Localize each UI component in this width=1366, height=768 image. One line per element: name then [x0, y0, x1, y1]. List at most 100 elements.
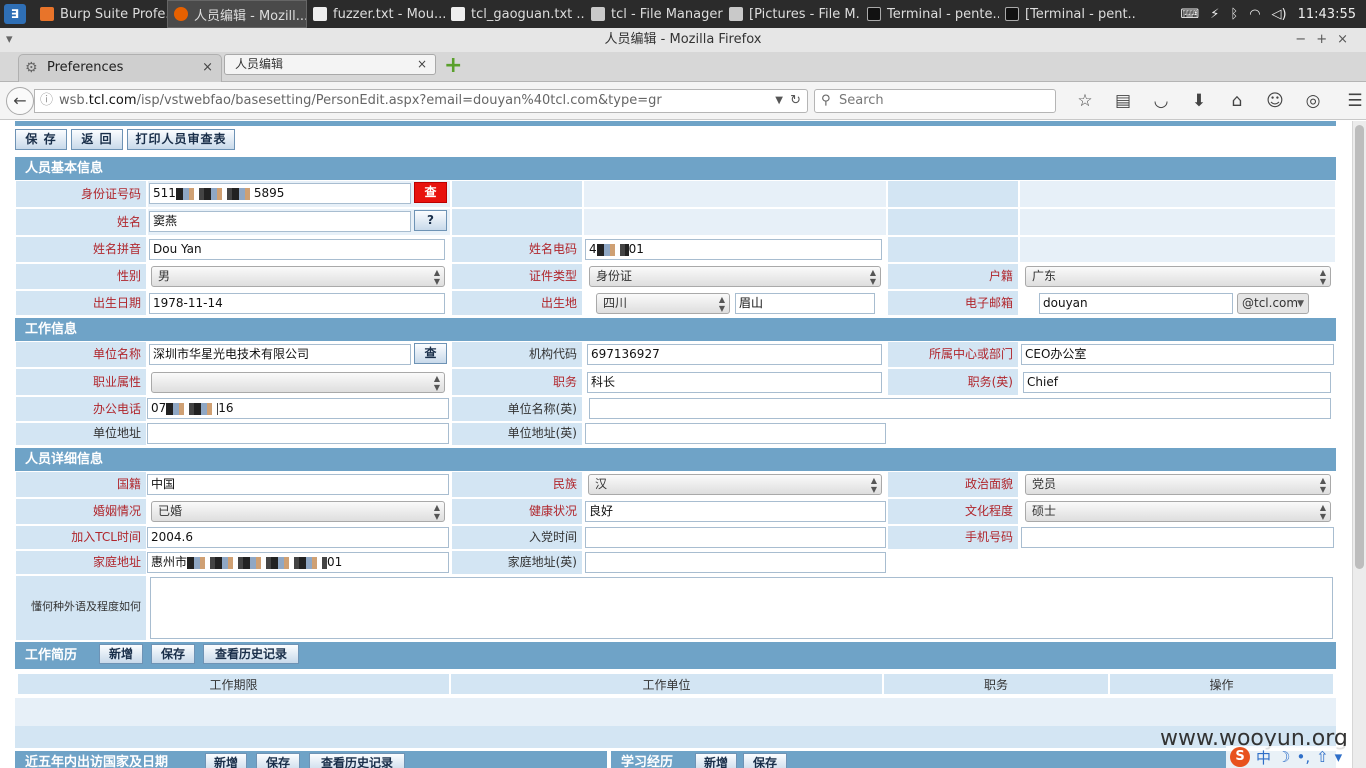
join-tcl-input[interactable]: 2004.6 [147, 527, 449, 548]
email-input[interactable]: douyan [1039, 293, 1233, 314]
join-tcl-label: 加入TCL时间 [71, 530, 141, 544]
moon-icon[interactable]: ☽ [1277, 748, 1290, 766]
home-address-input[interactable]: 惠州市 01 [147, 552, 449, 573]
company-lookup-button[interactable]: 查 [414, 343, 447, 364]
download-icon[interactable]: ⬇ [1180, 91, 1218, 111]
save-button[interactable]: 保 存 [15, 129, 67, 150]
addon-icon[interactable]: ◎ [1294, 91, 1332, 111]
dept-input[interactable]: CEO办公室 [1021, 344, 1334, 365]
name-code-input[interactable]: 4 01 [585, 239, 882, 260]
pocket-icon[interactable]: ◡ [1142, 91, 1180, 111]
wifi-icon[interactable]: ◠ [1249, 7, 1260, 22]
task-fuzzer[interactable]: fuzzer.txt - Mou... [307, 0, 445, 28]
up-arrow-icon[interactable]: ⇧ [1316, 748, 1329, 766]
select-arrows-icon: ▲ ▼ [433, 374, 440, 392]
sogou-ime-icon[interactable]: S [1230, 747, 1250, 767]
reading-list-icon[interactable]: ▤ [1104, 91, 1142, 111]
back-button[interactable]: ← [6, 87, 34, 115]
window-menu-icon[interactable]: ▾ [6, 28, 13, 52]
office-phone-input[interactable]: 07 16 [147, 398, 449, 419]
marital-select[interactable]: 已婚 ▲ ▼ [151, 501, 445, 522]
clock[interactable]: 11:43:55 [1298, 7, 1356, 22]
company-address-input[interactable] [147, 423, 449, 444]
reload-icon[interactable]: ↻ [790, 90, 801, 112]
ime-language[interactable]: 中 [1256, 747, 1271, 768]
name-help-button[interactable]: ? [414, 210, 447, 231]
org-code-input[interactable]: 697136927 [587, 344, 882, 365]
resume-history-button[interactable]: 查看历史记录 [203, 644, 299, 664]
resume-add-button[interactable]: 新增 [99, 644, 143, 664]
job-attribute-select[interactable]: ▲ ▼ [151, 372, 445, 393]
page-scrollbar[interactable] [1352, 121, 1366, 768]
home-icon[interactable]: ⌂ [1218, 91, 1256, 111]
birth-province-select[interactable]: 四川 ▲ ▼ [596, 293, 730, 314]
search-input[interactable]: ⚲ Search [814, 89, 1056, 113]
gender-select[interactable]: 男 ▲ ▼ [151, 266, 445, 287]
company-address-en-input[interactable] [585, 423, 886, 444]
task-terminal-1[interactable]: Terminal - pente... [861, 0, 999, 28]
birth-date-input[interactable]: 1978-11-14 [149, 293, 445, 314]
maximize-icon[interactable]: + [1316, 32, 1337, 47]
minimize-icon[interactable]: − [1295, 32, 1316, 47]
birth-city-input[interactable]: 眉山 [735, 293, 875, 314]
url-dropdown-icon[interactable]: ▼ [775, 90, 783, 112]
id-number-input[interactable]: 511 5895 [149, 183, 411, 204]
health-input[interactable]: 良好 [585, 501, 886, 522]
select-arrows-icon: ▲ ▼ [1319, 476, 1326, 494]
punctuation-icon[interactable]: •, [1296, 748, 1310, 766]
terminal-icon [1005, 7, 1019, 21]
tab-preferences[interactable]: ⚙ Preferences × [18, 54, 222, 82]
home-address-en-input[interactable] [585, 552, 886, 573]
task-terminal-2[interactable]: [Terminal - pent... [999, 0, 1137, 28]
keyboard-icon[interactable]: ⌨ [1180, 7, 1199, 22]
site-info-icon[interactable]: ⓘ [40, 90, 53, 112]
resume-save-button[interactable]: 保存 [151, 644, 195, 664]
back-button-form[interactable]: 返 回 [71, 129, 123, 150]
close-tab-icon[interactable]: × [417, 55, 427, 74]
email-domain-select[interactable]: @tcl.com ▼ [1237, 293, 1309, 314]
huji-select[interactable]: 广东 ▲ ▼ [1025, 266, 1331, 287]
company-input[interactable]: 深圳市华星光电技术有限公司 [149, 344, 411, 365]
education-select[interactable]: 硕士 ▲ ▼ [1025, 501, 1331, 522]
company-en-input[interactable] [589, 398, 1331, 419]
org-code-label: 机构代码 [528, 347, 577, 361]
shirt-icon[interactable]: ▾ [1335, 748, 1343, 766]
hamburger-menu-icon[interactable]: ☰ [1336, 91, 1366, 111]
bluetooth-icon[interactable]: ᛒ [1230, 7, 1238, 22]
volume-icon[interactable]: ◁) [1272, 7, 1287, 22]
task-pictures[interactable]: [Pictures - File M... [723, 0, 861, 28]
url-bar[interactable]: ⓘ wsb.tcl.com/isp/vstwebfao/basesetting/… [34, 89, 808, 113]
chat-icon[interactable]: ☺ [1256, 91, 1294, 111]
study-add-button[interactable]: 新增 [695, 753, 737, 768]
id-lookup-button[interactable]: 查 [414, 182, 447, 203]
print-review-button[interactable]: 打印人员审查表 [127, 129, 235, 150]
task-file-manager[interactable]: tcl - File Manager [585, 0, 723, 28]
party-join-input[interactable] [585, 527, 886, 548]
language-textarea[interactable] [150, 577, 1333, 639]
abroad-add-button[interactable]: 新增 [205, 753, 247, 768]
start-menu-icon[interactable]: ∃ [4, 4, 26, 24]
close-icon[interactable]: × [1337, 32, 1358, 47]
post-input[interactable]: 科长 [587, 372, 882, 393]
task-tcl-gaoguan[interactable]: tcl_gaoguan.txt ... [445, 0, 585, 28]
new-tab-icon[interactable]: + [444, 55, 462, 77]
id-type-select[interactable]: 身份证 ▲ ▼ [589, 266, 881, 287]
study-save-button[interactable]: 保存 [743, 753, 787, 768]
nationality-input[interactable]: 中国 [147, 474, 449, 495]
name-code-label: 姓名电码 [528, 242, 577, 256]
task-firefox[interactable]: 人员编辑 - Mozill... [167, 0, 307, 28]
tab-person-edit[interactable]: 人员编辑 × [224, 54, 436, 75]
name-input[interactable]: 窦燕 [149, 211, 411, 232]
political-select[interactable]: 党员 ▲ ▼ [1025, 474, 1331, 495]
ethnicity-select[interactable]: 汉 ▲ ▼ [588, 474, 882, 495]
power-icon[interactable]: ⚡ [1210, 7, 1219, 22]
close-tab-icon[interactable]: × [202, 55, 213, 81]
post-en-input[interactable]: Chief [1023, 372, 1331, 393]
task-burp[interactable]: Burp Suite Profe... [34, 0, 167, 28]
scrollbar-thumb[interactable] [1355, 125, 1364, 569]
bookmark-star-icon[interactable]: ☆ [1066, 91, 1104, 111]
mobile-input[interactable] [1021, 527, 1334, 548]
abroad-save-button[interactable]: 保存 [256, 753, 300, 768]
pinyin-input[interactable]: Dou Yan [149, 239, 445, 260]
abroad-history-button[interactable]: 查看历史记录 [309, 753, 405, 768]
